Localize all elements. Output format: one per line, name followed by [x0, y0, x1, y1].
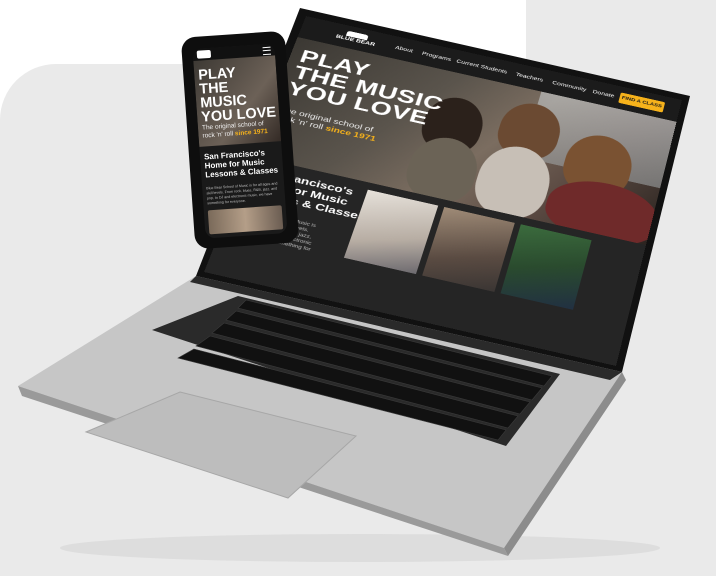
- phone-hero-subtitle-year: since 1971: [234, 128, 269, 138]
- phone-hero-subtitle: The original school of rock 'n' roll sin…: [202, 120, 268, 141]
- phone-frame: [181, 31, 299, 249]
- phone-screen: PLAY THE MUSIC YOU LOVE The original sch…: [192, 43, 288, 239]
- phone-logo[interactable]: [196, 49, 212, 59]
- phone-intro-heading: San Francisco's Home for Music Lessons &…: [204, 147, 282, 179]
- phone-device: PLAY THE MUSIC YOU LOVE The original sch…: [183, 34, 297, 248]
- phone-intro-body: Blue Bear School of Music is for all age…: [206, 181, 278, 206]
- hamburger-menu-icon[interactable]: [262, 46, 272, 56]
- phone-hero: PLAY THE MUSIC YOU LOVE The original sch…: [193, 55, 282, 147]
- phone-hero-title: PLAY THE MUSIC YOU LOVE: [198, 63, 280, 125]
- phone-photo-strip[interactable]: [207, 205, 284, 235]
- phone-hero-subtitle-prefix: rock 'n' roll: [202, 130, 236, 140]
